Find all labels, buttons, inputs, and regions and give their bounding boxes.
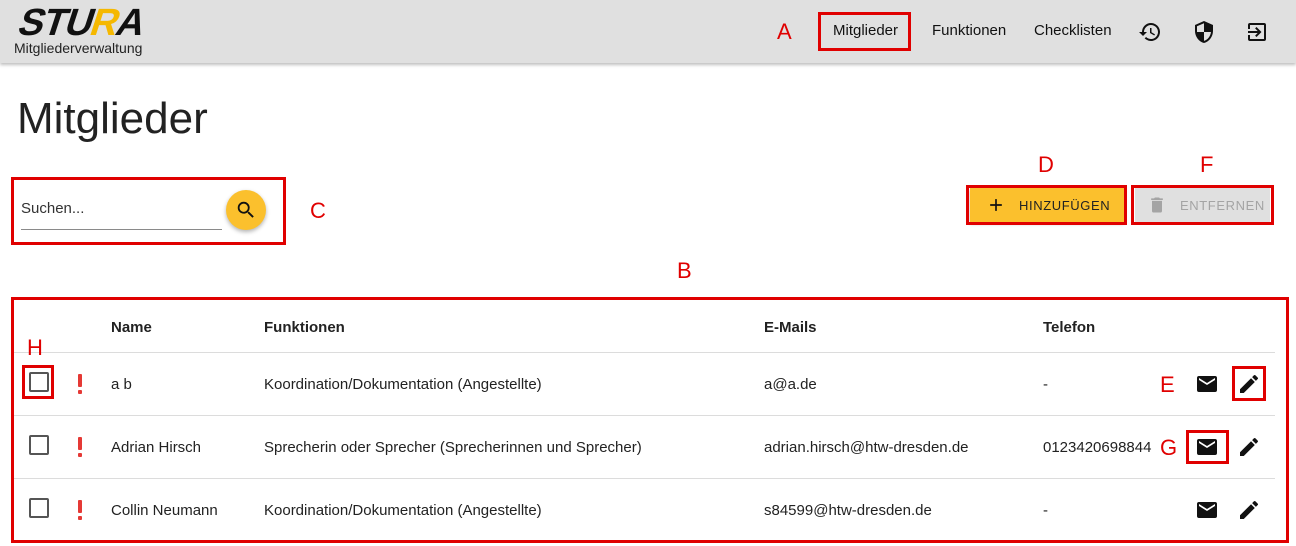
trash-icon: [1151, 197, 1163, 213]
row-checkbox[interactable]: [29, 372, 49, 392]
column-header-emails[interactable]: E-Mails: [764, 319, 817, 336]
annotation-label-h: H: [27, 335, 43, 360]
table-divider: [14, 352, 1275, 353]
search-icon: [237, 201, 254, 218]
mail-icon[interactable]: [1195, 435, 1219, 459]
edit-icon[interactable]: [1237, 498, 1261, 522]
plus-icon: [990, 199, 1002, 211]
member-name: Collin Neumann: [111, 502, 218, 519]
row-checkbox[interactable]: [29, 435, 49, 455]
history-icon[interactable]: [1138, 20, 1162, 44]
mail-icon[interactable]: [1195, 372, 1219, 396]
member-phone: -: [1043, 502, 1048, 519]
member-phone: -: [1043, 376, 1048, 393]
app-header: STU R A Mitgliederverwaltung Mitglieder …: [0, 0, 1296, 63]
member-email: adrian.hirsch@htw-dresden.de: [764, 439, 969, 456]
shield-icon[interactable]: [1192, 20, 1216, 44]
nav-checklisten[interactable]: Checklisten: [1034, 22, 1112, 39]
annotation-label-d: D: [1038, 152, 1054, 177]
member-functions: Sprecherin oder Sprecher (Sprecherinnen …: [264, 439, 642, 456]
remove-button-label: ENTFERNEN: [1180, 198, 1265, 213]
page-title: Mitglieder: [17, 94, 208, 143]
annotation-label-b: B: [677, 258, 692, 283]
annotation-label-c: C: [310, 198, 326, 223]
member-functions: Koordination/Dokumentation (Angestellte): [264, 502, 542, 519]
annotation-label-e: E: [1160, 372, 1175, 397]
column-header-telefon[interactable]: Telefon: [1043, 319, 1095, 336]
member-name: Adrian Hirsch: [111, 439, 202, 456]
annotation-label-g: G: [1160, 435, 1178, 460]
app-subtitle: Mitgliederverwaltung: [14, 40, 143, 56]
annotation-label-f: F: [1200, 152, 1214, 177]
table-divider: [14, 478, 1275, 479]
search-field[interactable]: [21, 190, 222, 230]
row-checkbox[interactable]: [29, 498, 49, 518]
member-email: a@a.de: [764, 376, 817, 393]
column-header-funktionen[interactable]: Funktionen: [264, 319, 345, 336]
annotation-label-a: A: [777, 19, 792, 44]
member-name: a b: [111, 376, 132, 393]
table-divider: [14, 415, 1275, 416]
logout-icon[interactable]: [1245, 20, 1269, 44]
edit-icon[interactable]: [1237, 372, 1261, 396]
nav-funktionen[interactable]: Funktionen: [932, 22, 1006, 39]
member-phone: 0123420698844: [1043, 439, 1152, 456]
edit-icon[interactable]: [1237, 435, 1261, 459]
nav-mitglieder[interactable]: Mitglieder: [833, 22, 898, 39]
stura-logo[interactable]: STU R A Mitgliederverwaltung: [14, 4, 174, 60]
member-functions: Koordination/Dokumentation (Angestellte): [264, 376, 542, 393]
search-button[interactable]: [226, 190, 266, 230]
add-button-label: HINZUFÜGEN: [1019, 198, 1111, 213]
column-header-name[interactable]: Name: [111, 319, 152, 336]
remove-member-button[interactable]: ENTFERNEN: [1135, 188, 1270, 222]
stura-logo-mark: STU R A: [14, 4, 152, 40]
svg-text:STU: STU: [14, 4, 100, 40]
search-input[interactable]: [21, 200, 216, 217]
member-email: s84599@htw-dresden.de: [764, 502, 932, 519]
mail-icon[interactable]: [1195, 498, 1219, 522]
add-member-button[interactable]: HINZUFÜGEN: [970, 188, 1124, 222]
